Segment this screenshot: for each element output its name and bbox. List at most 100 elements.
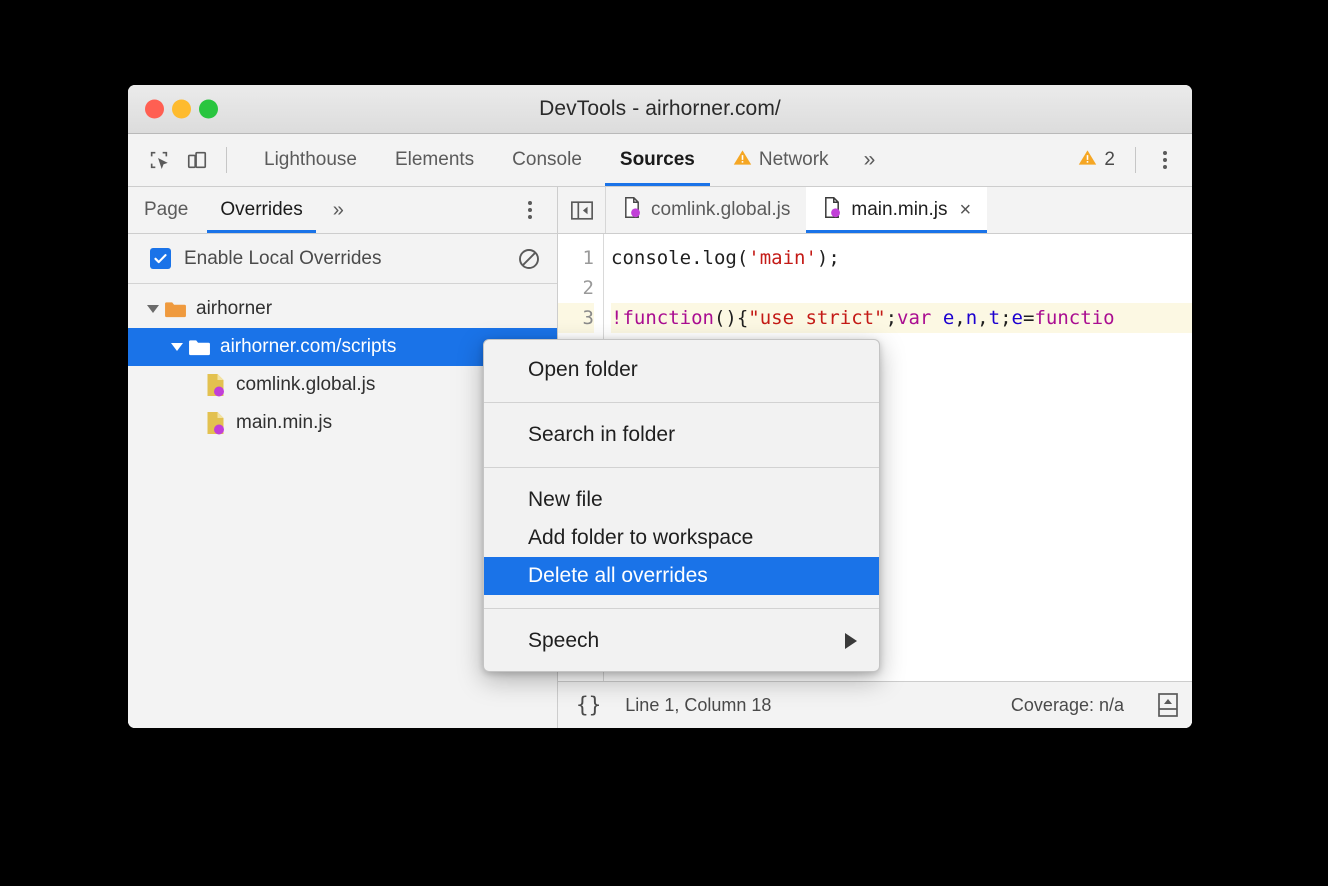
code-line: !function(){"use strict";var e,n,t;e=fun… <box>611 303 1192 333</box>
editor-tab-label: comlink.global.js <box>651 199 790 221</box>
window-controls <box>145 100 218 119</box>
toolbar-right-group: 2 <box>1070 143 1192 177</box>
submenu-arrow-icon <box>845 633 857 649</box>
nav-more-button[interactable]: » <box>319 187 358 233</box>
code-token: = <box>1023 307 1034 329</box>
menu-item-add-folder-to-workspace[interactable]: Add folder to workspace <box>484 519 879 557</box>
menu-separator <box>484 608 879 609</box>
menu-item-speech[interactable]: Speech <box>484 622 879 660</box>
expand-triangle-icon[interactable] <box>142 305 164 313</box>
menu-separator <box>484 402 879 403</box>
editor-tab-comlink[interactable]: comlink.global.js <box>606 187 806 233</box>
clear-configuration-icon[interactable] <box>517 247 541 271</box>
navigator-kebab-icon[interactable] <box>513 193 547 227</box>
code-line <box>611 273 1192 303</box>
code-token: t <box>989 307 1000 329</box>
context-menu-group: New file Add folder to workspace Delete … <box>484 476 879 600</box>
context-menu-group: Open folder <box>484 346 879 394</box>
menu-separator <box>484 467 879 468</box>
enable-overrides-label: Enable Local Overrides <box>184 248 382 270</box>
line-number: 1 <box>558 243 594 273</box>
code-token <box>931 307 942 329</box>
code-token: ; <box>1000 307 1011 329</box>
close-tab-icon[interactable]: × <box>959 199 971 222</box>
enable-overrides-row[interactable]: Enable Local Overrides <box>128 234 557 284</box>
tree-row-label: airhorner.com/scripts <box>220 336 396 358</box>
warning-triangle-icon <box>733 148 752 173</box>
code-token: , <box>977 307 988 329</box>
code-token: ; <box>886 307 897 329</box>
tree-row-label: airhorner <box>196 298 272 320</box>
settings-kebab-icon[interactable] <box>1148 143 1182 177</box>
nav-tab-overrides[interactable]: Overrides <box>204 187 318 233</box>
menu-item-delete-all-overrides[interactable]: Delete all overrides <box>484 557 879 595</box>
show-drawer-icon[interactable] <box>1156 692 1180 718</box>
code-token: var <box>897 307 931 329</box>
expand-triangle-icon[interactable] <box>166 343 188 351</box>
nav-tab-page[interactable]: Page <box>128 187 204 233</box>
line-number: 2 <box>558 273 594 303</box>
menu-item-label: Delete all overrides <box>528 564 708 588</box>
window-titlebar: DevTools - airhorner.com/ <box>128 85 1192 134</box>
pretty-print-icon[interactable]: {} <box>570 693 607 717</box>
device-toolbar-icon[interactable] <box>178 141 216 179</box>
enable-overrides-checkbox[interactable] <box>150 248 171 269</box>
folder-white-icon <box>188 338 211 357</box>
warning-count-badge[interactable]: 2 <box>1070 148 1123 173</box>
code-token: n <box>966 307 977 329</box>
code-token: ); <box>817 247 840 269</box>
tab-sources[interactable]: Sources <box>601 134 714 186</box>
code-token: (){ <box>714 307 748 329</box>
inspect-element-icon[interactable] <box>140 141 178 179</box>
tree-row[interactable]: airhorner <box>128 290 557 328</box>
line-number: 3 <box>558 303 594 333</box>
collapse-sidebar-icon[interactable] <box>558 187 606 233</box>
context-menu-group: Speech <box>484 617 879 665</box>
nav-tab-overrides-label: Overrides <box>220 199 302 221</box>
tab-console[interactable]: Console <box>493 134 601 186</box>
editor-tab-label: main.min.js <box>851 199 947 221</box>
close-window-button[interactable] <box>145 100 164 119</box>
menu-item-search-in-folder[interactable]: Search in folder <box>484 416 879 454</box>
devtools-toolbar: Lighthouse Elements Console Sources <box>128 134 1192 187</box>
code-token: e <box>943 307 954 329</box>
editor-tabstrip: comlink.global.js main.min.js × <box>558 187 1192 234</box>
code-token: , <box>954 307 965 329</box>
js-file-override-icon <box>204 410 227 436</box>
more-panels-button[interactable]: » <box>848 134 892 186</box>
code-token: function <box>622 307 714 329</box>
code-token: console.log( <box>611 247 748 269</box>
context-menu: Open folder Search in folder New file Ad… <box>483 339 880 672</box>
window-title: DevTools - airhorner.com/ <box>128 97 1192 121</box>
warning-count-label: 2 <box>1104 149 1115 171</box>
code-token: "use strict" <box>748 307 885 329</box>
code-token: e <box>1012 307 1023 329</box>
code-token: ! <box>611 307 622 329</box>
tab-elements-label: Elements <box>395 149 474 171</box>
js-file-override-icon <box>204 372 227 398</box>
context-menu-group: Search in folder <box>484 411 879 459</box>
tab-network-label: Network <box>759 149 829 171</box>
editor-status-bar: {} Line 1, Column 18 Coverage: n/a <box>558 681 1192 728</box>
menu-item-label: Speech <box>528 629 599 653</box>
menu-item-label: Add folder to workspace <box>528 526 753 550</box>
tree-row-label: comlink.global.js <box>236 374 375 396</box>
tree-row-label: main.min.js <box>236 412 332 434</box>
js-file-override-icon <box>622 196 642 225</box>
toolbar-divider <box>226 147 227 173</box>
menu-item-open-folder[interactable]: Open folder <box>484 351 879 389</box>
menu-item-new-file[interactable]: New file <box>484 481 879 519</box>
editor-tab-main[interactable]: main.min.js × <box>806 187 987 233</box>
menu-item-label: Open folder <box>528 358 638 382</box>
menu-item-label: Search in folder <box>528 423 675 447</box>
zoom-window-button[interactable] <box>199 100 218 119</box>
code-token: functio <box>1034 307 1114 329</box>
tab-elements[interactable]: Elements <box>376 134 493 186</box>
minimize-window-button[interactable] <box>172 100 191 119</box>
screen-root: DevTools - airhorner.com/ Lighthouse <box>0 0 1328 886</box>
tab-lighthouse[interactable]: Lighthouse <box>245 134 376 186</box>
tab-network[interactable]: Network <box>714 134 848 186</box>
navigator-tabs: Page Overrides » <box>128 187 557 234</box>
warning-triangle-icon <box>1078 148 1097 173</box>
coverage-label: Coverage: n/a <box>1011 695 1124 716</box>
